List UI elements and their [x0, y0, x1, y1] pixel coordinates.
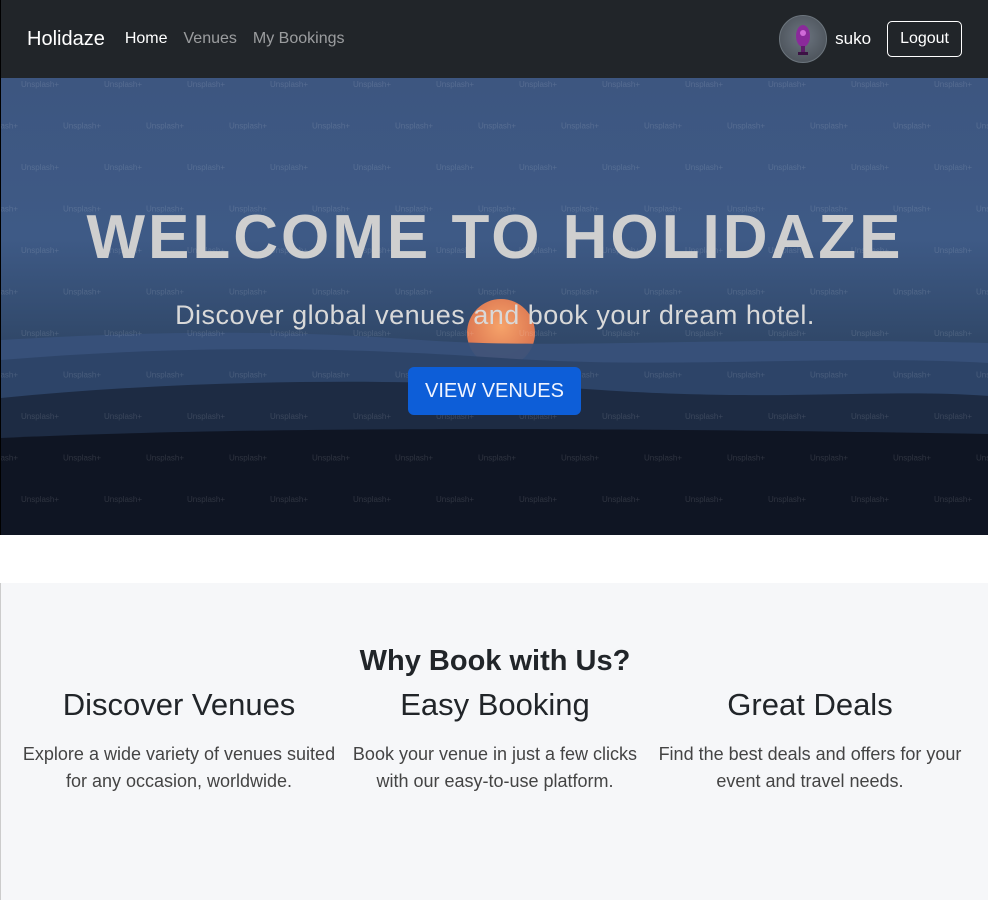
robot-avatar-icon	[796, 25, 811, 55]
features-section: Why Book with Us? Discover Venues Explor…	[0, 583, 988, 900]
hero-banner: Unsplash+ Unsplash+ Unsplash+ Unsplash+ Unsp…	[0, 78, 988, 535]
features-heading: Why Book with Us?	[359, 645, 631, 677]
user-menu: suko Logout	[779, 15, 962, 63]
brand-logo[interactable]: Holidaze	[27, 28, 105, 51]
hero-content: WELCOME TO HOLIDAZE Discover global venu…	[1, 78, 988, 535]
feature-great-deals: Great Deals Find the best deals and offe…	[652, 687, 968, 795]
feature-easy-booking: Easy Booking Book your venue in just a f…	[337, 687, 653, 795]
feature-discover-venues: Discover Venues Explore a wide variety o…	[21, 687, 337, 795]
hero-subtitle: Discover global venues and book your dre…	[175, 300, 815, 330]
logout-button[interactable]: Logout	[887, 21, 962, 57]
view-venues-button[interactable]: VIEW VENUES	[408, 367, 581, 415]
feature-description: Find the best deals and offers for your …	[658, 744, 962, 791]
nav-link-home[interactable]: Home	[125, 30, 168, 48]
avatar[interactable]	[779, 15, 828, 63]
feature-title: Easy Booking	[400, 687, 590, 722]
nav-link-venues[interactable]: Venues	[184, 30, 237, 48]
username: suko	[835, 29, 872, 48]
nav-link-my-bookings[interactable]: My Bookings	[253, 30, 345, 48]
feature-description: Book your venue in just a few clicks wit…	[352, 744, 638, 791]
feature-title: Discover Venues	[62, 687, 296, 722]
feature-title: Great Deals	[727, 687, 893, 722]
nav-links: Home Venues My Bookings	[125, 30, 345, 48]
navbar: Holidaze Home Venues My Bookings suko Lo…	[0, 0, 988, 78]
feature-description: Explore a wide variety of venues suited …	[22, 744, 336, 791]
hero-title: WELCOME TO HOLIDAZE	[86, 203, 904, 272]
